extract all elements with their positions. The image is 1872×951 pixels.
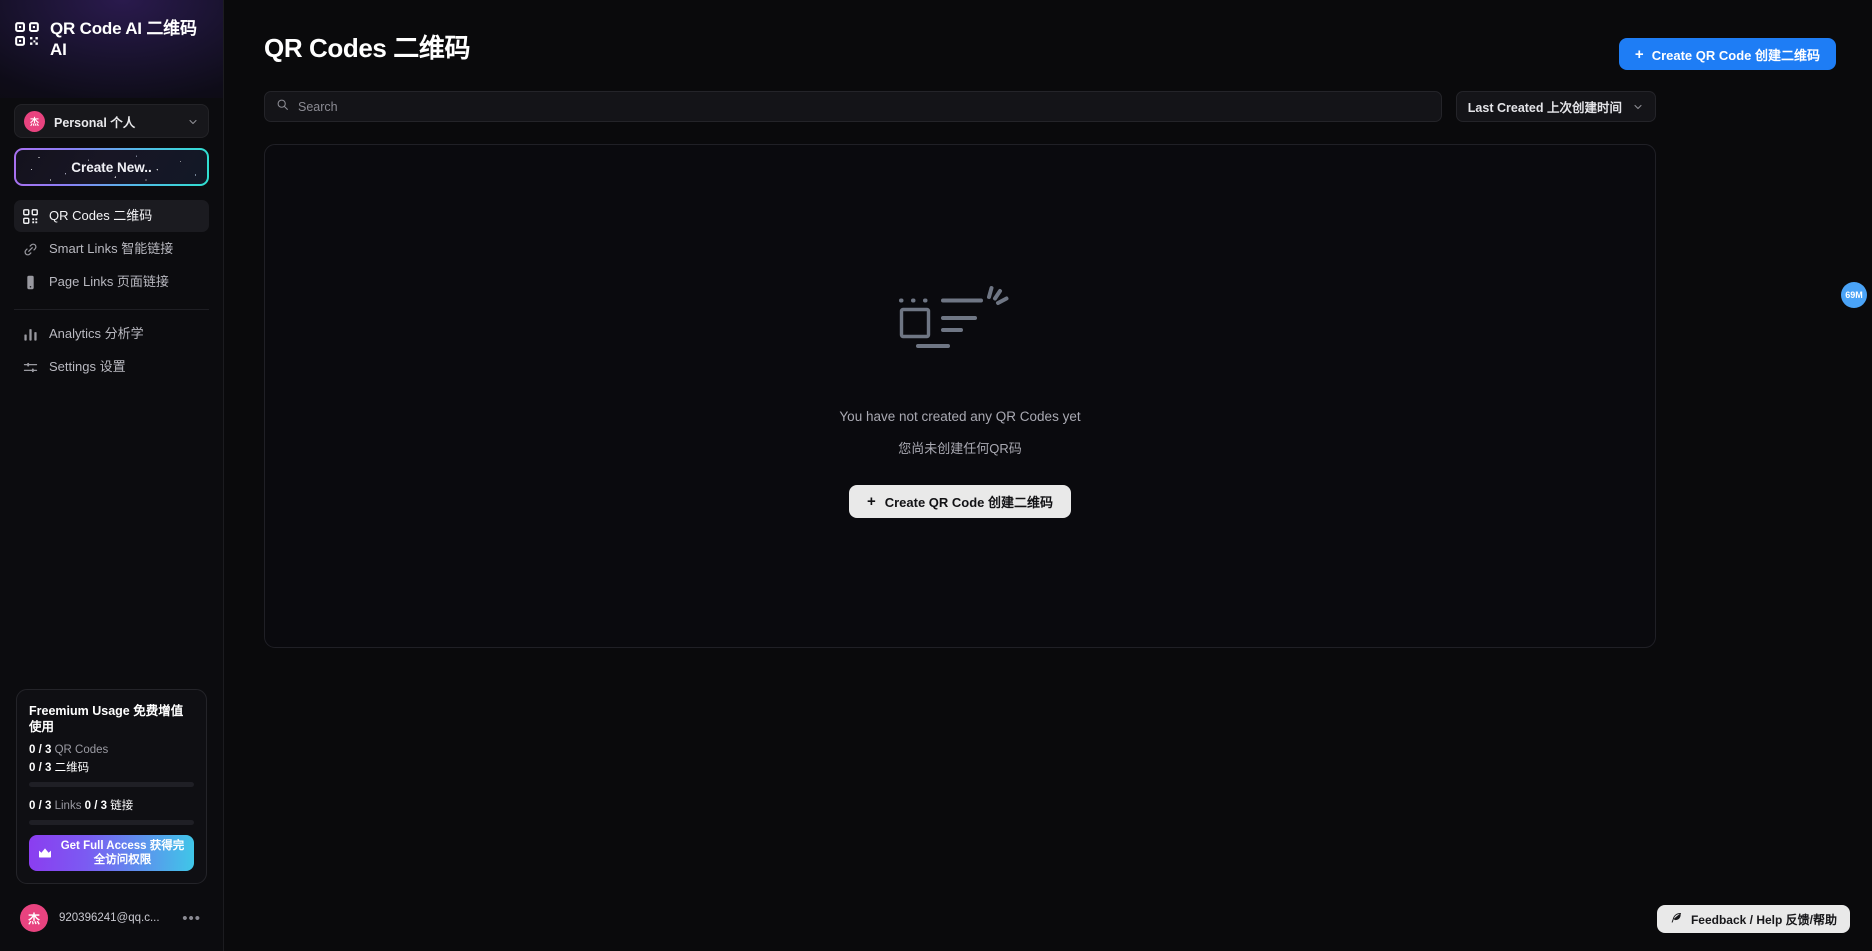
qr-codes-panel: You have not created any QR Codes yet 您尚… (264, 144, 1656, 648)
brand-header: QR Code AI 二维码AI (0, 0, 223, 98)
create-new-label: Create New.. (16, 150, 207, 184)
page-title: QR Codes 二维码 (264, 33, 471, 63)
toolbar: Last Created 上次创建时间 (264, 91, 1836, 122)
user-more-icon[interactable]: ••• (182, 910, 203, 927)
usage-links-row: 0 / 3 Links 0 / 3 链接 (29, 797, 194, 813)
sidebar-item-settings[interactable]: Settings 设置 (14, 351, 209, 383)
plus-icon: + (866, 493, 876, 510)
get-full-access-label: Get Full Access 获得完全访问权限 (60, 839, 185, 866)
empty-state-create-button[interactable]: + Create QR Code 创建二维码 (848, 485, 1072, 518)
app-root: QR Code AI 二维码AI 杰 Personal 个人 Create Ne… (0, 0, 1872, 951)
usage-links-count: 0 / 3 (29, 800, 52, 812)
bar-chart-icon (22, 326, 39, 343)
usage-qr-row-zh: 0 / 3 二维码 (29, 759, 194, 775)
usage-links-label-zh: 链接 (110, 800, 134, 812)
empty-state-create-label: Create QR Code 创建二维码 (884, 495, 1054, 510)
create-qr-code-button[interactable]: + Create QR Code 创建二维码 (1618, 38, 1836, 70)
sidebar-item-label: QR Codes 二维码 (49, 208, 153, 223)
sidebar-item-label: Smart Links 智能链接 (49, 241, 174, 256)
sidebar-item-label: Settings 设置 (49, 359, 126, 374)
avatar: 杰 (20, 904, 48, 932)
empty-state-message-zh: 您尚未创建任何QR码 (898, 441, 1022, 456)
sidebar-item-smart-links[interactable]: Smart Links 智能链接 (14, 233, 209, 265)
usage-links-progress-bar (29, 820, 194, 825)
org-name: Personal 个人 (54, 115, 136, 130)
qr-code-icon (14, 21, 40, 52)
sidebar-item-qr-codes[interactable]: QR Codes 二维码 (14, 200, 209, 232)
search-field[interactable] (264, 91, 1442, 122)
sidebar-item-page-links[interactable]: Page Links 页面链接 (14, 266, 209, 298)
feather-icon (1670, 911, 1683, 927)
link-icon (22, 241, 39, 258)
status-badge[interactable]: 69M (1841, 282, 1867, 308)
brand-title: QR Code AI 二维码AI (50, 19, 197, 60)
search-input[interactable] (298, 99, 1430, 114)
user-account-row[interactable]: 杰 920396241@qq.c... ••• (14, 897, 209, 939)
empty-state-message-en: You have not created any QR Codes yet (839, 409, 1081, 424)
chevron-down-icon (187, 115, 199, 127)
feedback-help-button[interactable]: Feedback / Help 反馈/帮助 (1656, 905, 1850, 933)
usage-qr-label-zh: 二维码 (54, 762, 90, 774)
search-icon (276, 98, 289, 116)
mobile-icon (22, 274, 39, 291)
usage-qr-progress-bar (29, 782, 194, 787)
sidebar-item-analytics[interactable]: Analytics 分析学 (14, 318, 209, 350)
usage-qr-label: QR Codes (54, 744, 109, 756)
org-switcher[interactable]: 杰 Personal 个人 (14, 104, 209, 138)
get-full-access-button[interactable]: Get Full Access 获得完全访问权限 (29, 835, 194, 871)
sidebar-nav-secondary: Analytics 分析学 Settings 设置 (0, 318, 223, 384)
create-new-button[interactable]: Create New.. (14, 148, 209, 186)
main-header: QR Codes 二维码 (264, 28, 1836, 65)
empty-qr-illustration (896, 274, 1024, 365)
chevron-down-icon (1632, 101, 1644, 113)
plus-icon: + (1634, 45, 1644, 63)
usage-links-label: Links (54, 800, 82, 812)
sidebar-divider (14, 309, 209, 310)
freemium-usage-card: Freemium Usage 免费增值使用 0 / 3 QR Codes 0 /… (16, 688, 207, 884)
sidebar-item-label: Analytics 分析学 (49, 326, 144, 341)
org-avatar: 杰 (24, 110, 45, 132)
sidebar: QR Code AI 二维码AI 杰 Personal 个人 Create Ne… (0, 0, 224, 951)
usage-qr-count: 0 / 3 (29, 744, 52, 756)
usage-qr-row-en: 0 / 3 QR Codes (29, 744, 194, 756)
qr-code-icon (22, 208, 39, 225)
user-email: 920396241@qq.c... (59, 912, 160, 924)
feedback-help-label: Feedback / Help 反馈/帮助 (1690, 912, 1837, 927)
sort-label: Last Created 上次创建时间 (1467, 101, 1622, 115)
main-content: QR Codes 二维码 + Create QR Code 创建二维码 Last… (224, 0, 1872, 951)
sliders-icon (22, 359, 39, 376)
crown-icon (37, 845, 53, 861)
usage-links-count-zh: 0 / 3 (84, 800, 108, 812)
usage-qr-count-zh: 0 / 3 (29, 762, 52, 774)
sort-dropdown[interactable]: Last Created 上次创建时间 (1455, 91, 1656, 122)
sidebar-nav-primary: QR Codes 二维码 Smart Links 智能链接 Page Links… (0, 200, 223, 299)
sidebar-item-label: Page Links 页面链接 (49, 274, 169, 289)
usage-title: Freemium Usage 免费增值使用 (29, 703, 184, 734)
create-qr-code-label: Create QR Code 创建二维码 (1651, 47, 1820, 63)
